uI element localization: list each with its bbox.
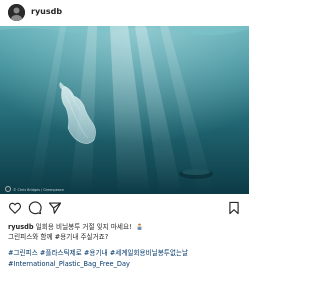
- post-photo[interactable]: © Chris Bridges / Greenpeace: [0, 26, 249, 194]
- avatar[interactable]: [8, 4, 25, 21]
- post-caption: ryusdb 일회용 비닐봉투 거절 잊지 마세요! 그린피스와 함께 #용기내…: [8, 222, 244, 269]
- caption-line-1: ryusdb 일회용 비닐봉투 거절 잊지 마세요!: [8, 222, 244, 232]
- caption-text-1: 일회용 비닐봉투 거절 잊지 마세요!: [35, 223, 132, 231]
- caption-hashtags-1[interactable]: #그린피스 #플라스틱제로 #용기내 #세계일회용비닐봉투없는날: [8, 248, 244, 258]
- action-bar: [0, 197, 249, 219]
- heart-icon[interactable]: [8, 201, 22, 215]
- greenpeace-logo-icon: [5, 186, 11, 192]
- photo-credit: © Chris Bridges / Greenpeace: [13, 188, 64, 192]
- bookmark-icon[interactable]: [227, 201, 241, 215]
- person-shrugging-icon: [136, 223, 143, 230]
- share-icon[interactable]: [48, 201, 62, 215]
- instagram-post: ryusdb © Chris Bridges / Greenpeace ryus…: [0, 0, 249, 286]
- caption-text-2: 그린피스와 함께 #용기내 주실거죠?: [8, 233, 109, 242]
- comment-icon[interactable]: [28, 201, 42, 215]
- post-header: ryusdb: [0, 0, 249, 26]
- caption-hashtags-2[interactable]: #International_Plastic_Bag_Free_Day: [8, 259, 244, 269]
- caption-username[interactable]: ryusdb: [8, 223, 34, 231]
- post-username[interactable]: ryusdb: [31, 7, 62, 17]
